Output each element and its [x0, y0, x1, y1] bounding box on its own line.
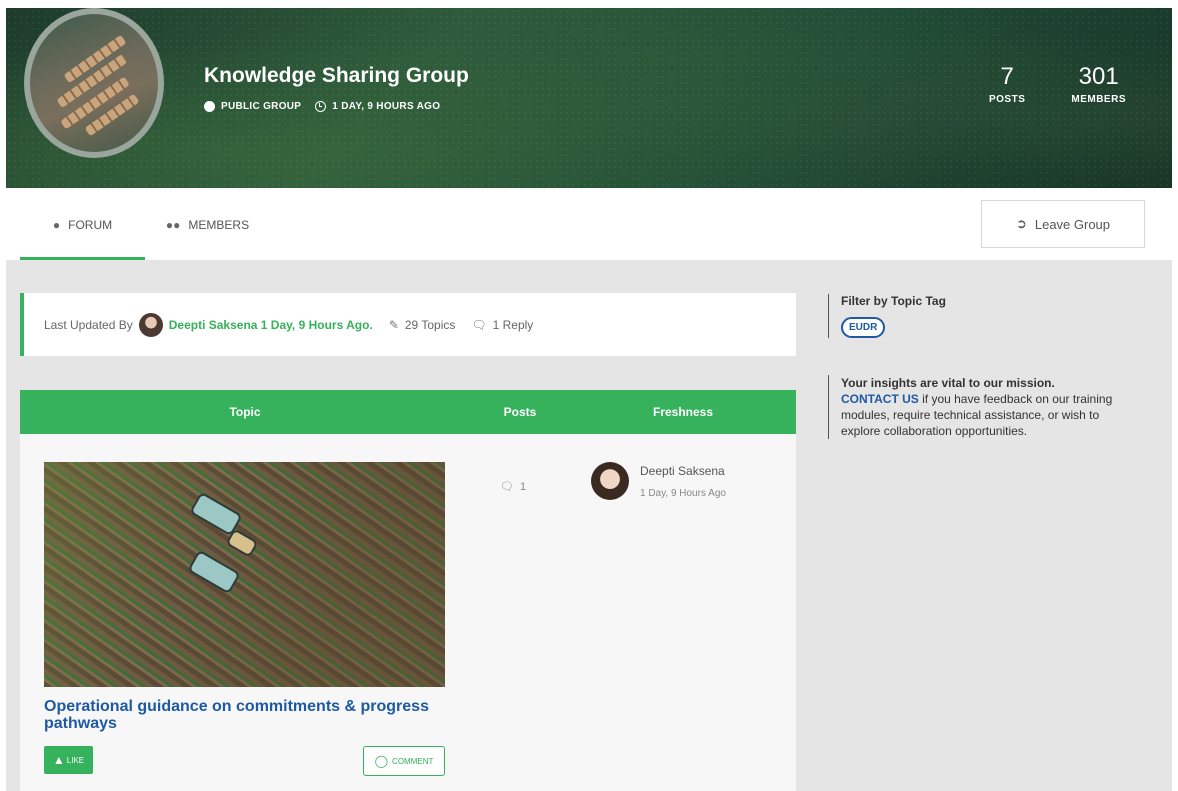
- header-posts: Posts: [503, 405, 537, 419]
- comment-icon: ◯: [374, 754, 389, 768]
- insight-title: Your insights are vital to our mission.: [841, 376, 1055, 390]
- stat-members-value: 301: [1078, 63, 1119, 90]
- pencil-icon: ✎: [388, 317, 399, 332]
- table-row: Operational guidance on commitments & pr…: [20, 434, 796, 791]
- tag-eudr[interactable]: EUDR: [841, 317, 886, 338]
- group-cover: Knowledge Sharing Group PUBLIC GROUP 1 D…: [6, 8, 1172, 188]
- like-label: LIKE: [66, 755, 85, 765]
- stat-members-label: MEMBERS: [1071, 94, 1126, 105]
- group-tabs: ● FORUM ●● MEMBERS: [20, 190, 270, 260]
- topic-title-link[interactable]: Operational guidance on commitments & pr…: [44, 698, 454, 732]
- group-meta: PUBLIC GROUP 1 DAY, 9 HOURS AGO: [204, 101, 440, 112]
- contact-paragraph: CONTACT US if you have feedback on our t…: [841, 391, 1138, 439]
- users-icon: ●●: [165, 218, 181, 232]
- group-title: Knowledge Sharing Group: [204, 64, 469, 87]
- contact-us-link[interactable]: CONTACT US: [841, 392, 919, 406]
- comment-button[interactable]: ◯ COMMENT: [363, 746, 445, 776]
- like-button[interactable]: ▲ LIKE: [44, 746, 93, 774]
- forum-info-bar: Last Updated By Deepti Saksena 1 Day, 9 …: [20, 293, 796, 356]
- topics-count: 29 Topics: [404, 317, 456, 332]
- last-active-label: 1 DAY, 9 HOURS AGO: [332, 101, 441, 112]
- stat-posts-label: POSTS: [988, 94, 1026, 105]
- posts-count: 1: [519, 480, 527, 493]
- freshness-time[interactable]: 1 Day, 9 Hours Ago: [640, 488, 726, 499]
- reply-icon: 🗨: [471, 317, 487, 332]
- tab-members-label: MEMBERS: [188, 218, 250, 232]
- reply-icon: 🗨: [500, 481, 514, 493]
- chat-bubble-icon: ●: [52, 218, 61, 232]
- filter-title: Filter by Topic Tag: [841, 294, 946, 308]
- stat-members: 301 MEMBERS: [1071, 63, 1126, 106]
- visibility-label: PUBLIC GROUP: [221, 101, 302, 112]
- replies-count: 1 Reply: [492, 317, 534, 332]
- last-updated-prefix: Last Updated By: [44, 317, 133, 332]
- group-stats: 7 POSTS 301 MEMBERS: [988, 63, 1126, 106]
- stat-posts: 7 POSTS: [988, 63, 1026, 106]
- posts-count-cell: 🗨 1: [500, 480, 527, 494]
- freshness-author[interactable]: Deepti Saksena: [640, 464, 725, 478]
- sign-out-icon: ➲: [1015, 216, 1027, 231]
- topics-table-header: Topic Posts Freshness: [20, 390, 796, 434]
- topic-thumbnail[interactable]: [44, 462, 445, 687]
- header-freshness: Freshness: [652, 405, 714, 419]
- contact-widget: Your insights are vital to our mission. …: [828, 375, 1138, 439]
- avatar[interactable]: [591, 462, 629, 500]
- group-visibility: PUBLIC GROUP: [204, 101, 301, 112]
- tab-members[interactable]: ●● MEMBERS: [145, 190, 270, 260]
- leave-group-button[interactable]: ➲ Leave Group: [981, 200, 1145, 248]
- group-last-active: 1 DAY, 9 HOURS AGO: [315, 101, 440, 112]
- leave-group-label: Leave Group: [1034, 216, 1111, 232]
- topic-tag-filter: Filter by Topic Tag EUDR: [828, 294, 946, 338]
- stat-posts-value: 7: [1000, 63, 1014, 90]
- avatar[interactable]: [138, 312, 163, 337]
- tab-forum[interactable]: ● FORUM: [20, 190, 145, 260]
- thumbs-up-icon: ▲: [52, 753, 65, 767]
- tab-forum-label: FORUM: [68, 218, 113, 232]
- group-avatar: [24, 8, 164, 158]
- clock-icon: [315, 101, 327, 112]
- last-updated-author-link[interactable]: Deepti Saksena 1 Day, 9 Hours Ago.: [169, 318, 373, 332]
- comment-label: COMMENT: [392, 756, 434, 766]
- globe-icon: [204, 101, 215, 112]
- header-topic: Topic: [229, 405, 261, 419]
